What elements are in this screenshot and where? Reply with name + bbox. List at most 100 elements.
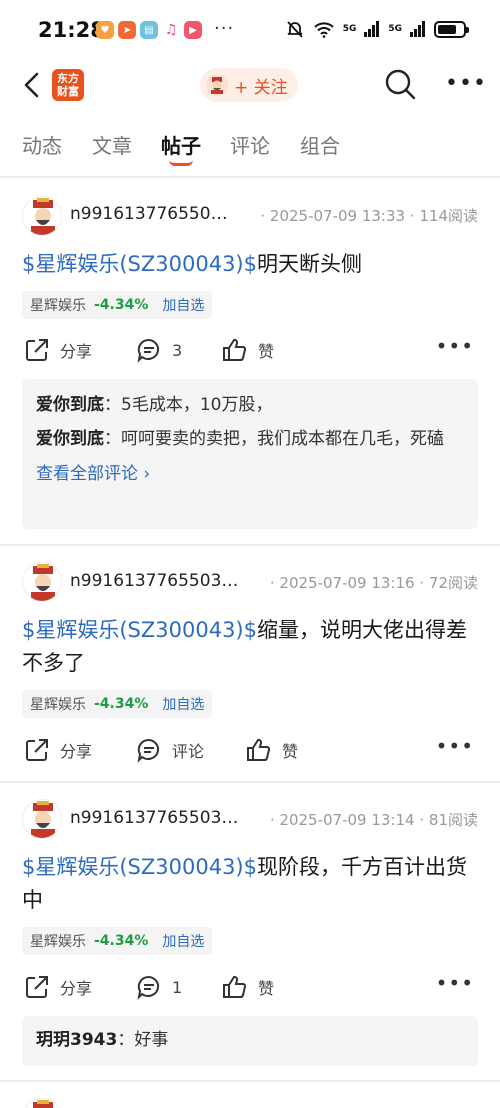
comment-text: 好事 [134,1030,169,1050]
tab-comments[interactable]: 评论 [230,130,270,159]
comment-count: 3 [172,340,183,360]
divider [0,1080,500,1082]
god-of-wealth-avatar-icon [33,1100,53,1108]
post-title[interactable]: $星辉娱乐(SZ300043)$明天断头侧 [22,248,482,281]
post-meta: · 2025-07-09 13:14 · 81阅读 [269,811,478,829]
active-tab-indicator [169,160,193,166]
comment-button[interactable]: 评论 [136,732,204,768]
tab-articles[interactable]: 文章 [92,130,132,159]
comments-preview[interactable]: 爱你到底：5毛成本，10万股， 爱你到底：呵呵要卖的卖把，我们成本都在几毛，死磕… [22,379,478,529]
tab-portfolio[interactable]: 组合 [300,130,340,159]
add-watchlist-button[interactable]: 加自选 [162,295,204,315]
god-of-wealth-avatar-icon [31,564,55,601]
comment-item: 玥玥3943：好事 [36,1030,169,1050]
status-bar: 21:28 ♥ ➤ ▤ ♫ ▶ ··· 5G 5G [0,0,500,62]
signal-1-label: 5G [342,24,357,34]
logo-line1: 东方 [57,72,79,85]
notification-app-icons: ♥ ➤ ▤ ♫ ▶ [96,21,202,39]
post-card[interactable]: n9916137765503… · 2025-07-09 13:14 · 81阅… [0,783,500,1081]
comment-author[interactable]: 爱你到底 [36,395,104,415]
share-button[interactable]: 分享 [24,969,92,1005]
search-icon[interactable] [383,67,417,101]
comment-author[interactable]: 玥玥3943 [36,1030,117,1050]
post-meta: · 2025-07-09 13:33 · 114阅读 [260,207,478,225]
comment-button[interactable]: 3 [136,332,182,368]
post-title[interactable]: $星辉娱乐(SZ300043)$缩量，说明大佬出得差不多了 [22,614,482,680]
post-title[interactable]: $星辉娱乐(SZ300043)$现阶段，千方百计出货中 [22,851,482,917]
post-text: 明天断头侧 [257,252,362,276]
comment-icon [137,738,160,763]
comment-item: 爱你到底：5毛成本，10万股， [36,395,273,415]
share-icon [26,339,48,361]
username[interactable]: n991613776550… [70,204,228,224]
like-button[interactable]: 赞 [222,969,274,1005]
comment-author[interactable]: 爱你到底 [36,429,104,449]
post-actions: 分享 3 赞 ••• [0,332,500,368]
comments-preview[interactable]: 玥玥3943：好事 [22,1016,478,1066]
comment-button[interactable]: 1 [136,969,182,1005]
post-card[interactable]: n9916137765503… · 2025-07-09 13:16 · 72阅… [0,546,500,780]
god-of-wealth-avatar-icon [31,801,55,838]
username[interactable]: n9916137765503… [70,571,238,591]
more-notifications-dots: ··· [214,18,235,39]
stock-tag-change: -4.34% [94,297,149,313]
avatar[interactable] [22,1098,62,1108]
avatar[interactable] [22,562,62,602]
post-more-icon[interactable]: ••• [436,971,474,995]
follow-button[interactable]: + 关注 [200,68,298,102]
back-arrow-icon[interactable] [18,68,48,102]
share-button[interactable]: 分享 [24,732,92,768]
stock-tag[interactable]: 星辉娱乐 -4.34% 加自选 [22,291,213,319]
post-actions: 分享 1 赞 ••• [0,969,500,1005]
thumbs-up-icon [247,738,271,761]
profile-tabs: 动态 文章 帖子 评论 组合 [0,118,500,174]
stock-link[interactable]: $星辉娱乐(SZ300043)$ [22,252,257,276]
stock-link[interactable]: $星辉娱乐(SZ300043)$ [22,855,257,879]
tab-dynamics[interactable]: 动态 [22,130,62,159]
top-nav-bar: 东方 财富 + 关注 ••• [0,62,500,108]
comment-icon [137,975,160,1000]
comment-icon [137,338,160,363]
stock-tag[interactable]: 星辉娱乐 -4.34% 加自选 [22,927,213,955]
thumbs-up-icon [223,975,247,998]
share-icon [26,976,48,998]
stock-link[interactable]: $星辉娱乐(SZ300043)$ [22,618,257,642]
add-watchlist-button[interactable]: 加自选 [162,694,204,714]
like-label: 赞 [282,742,299,761]
avatar[interactable] [22,799,62,839]
play-app-icon: ▶ [184,21,202,39]
signal-2-label: 5G [388,24,402,34]
comment-text: 呵呵要卖的卖把，我们成本都在几毛，死磕 [121,429,444,449]
comment-item: 爱你到底：呵呵要卖的卖把，我们成本都在几毛，死磕 [36,429,444,449]
status-time: 21:28 [38,18,105,42]
share-button[interactable]: 分享 [24,332,92,368]
share-label: 分享 [60,342,93,361]
follow-label: + 关注 [234,77,288,98]
tab-posts[interactable]: 帖子 [161,130,201,159]
stock-tag-name: 星辉娱乐 [30,298,86,314]
comment-count: 1 [172,977,183,997]
more-options-icon[interactable]: ••• [445,73,486,95]
post-more-icon[interactable]: ••• [436,734,474,758]
username[interactable]: n9916137765503… [70,808,238,828]
signal-2-icon [410,21,425,37]
comment-text: 5毛成本，10万股， [121,395,273,415]
like-label: 赞 [258,342,275,361]
status-indicators: 5G 5G [285,19,469,39]
battery-icon [434,20,469,38]
post-meta: · 2025-07-09 13:16 · 72阅读 [269,574,478,592]
add-watchlist-button[interactable]: 加自选 [162,931,204,951]
stock-tag[interactable]: 星辉娱乐 -4.34% 加自选 [22,690,213,718]
wifi-icon [313,22,334,38]
avatar[interactable] [22,196,62,236]
post-card[interactable]: n991613776550… · 2025-07-09 13:33 · 114阅… [0,178,500,544]
like-button[interactable]: 赞 [222,332,274,368]
comment-label: 评论 [172,742,205,761]
like-button[interactable]: 赞 [246,732,298,768]
stock-tag-name: 星辉娱乐 [30,934,86,950]
post-more-icon[interactable]: ••• [436,334,474,358]
book-app-icon: ▤ [140,21,158,39]
heart-app-icon: ♥ [96,21,114,39]
view-all-comments-link[interactable]: 查看全部评论 › [36,459,464,484]
logo-line2: 财富 [57,85,79,98]
